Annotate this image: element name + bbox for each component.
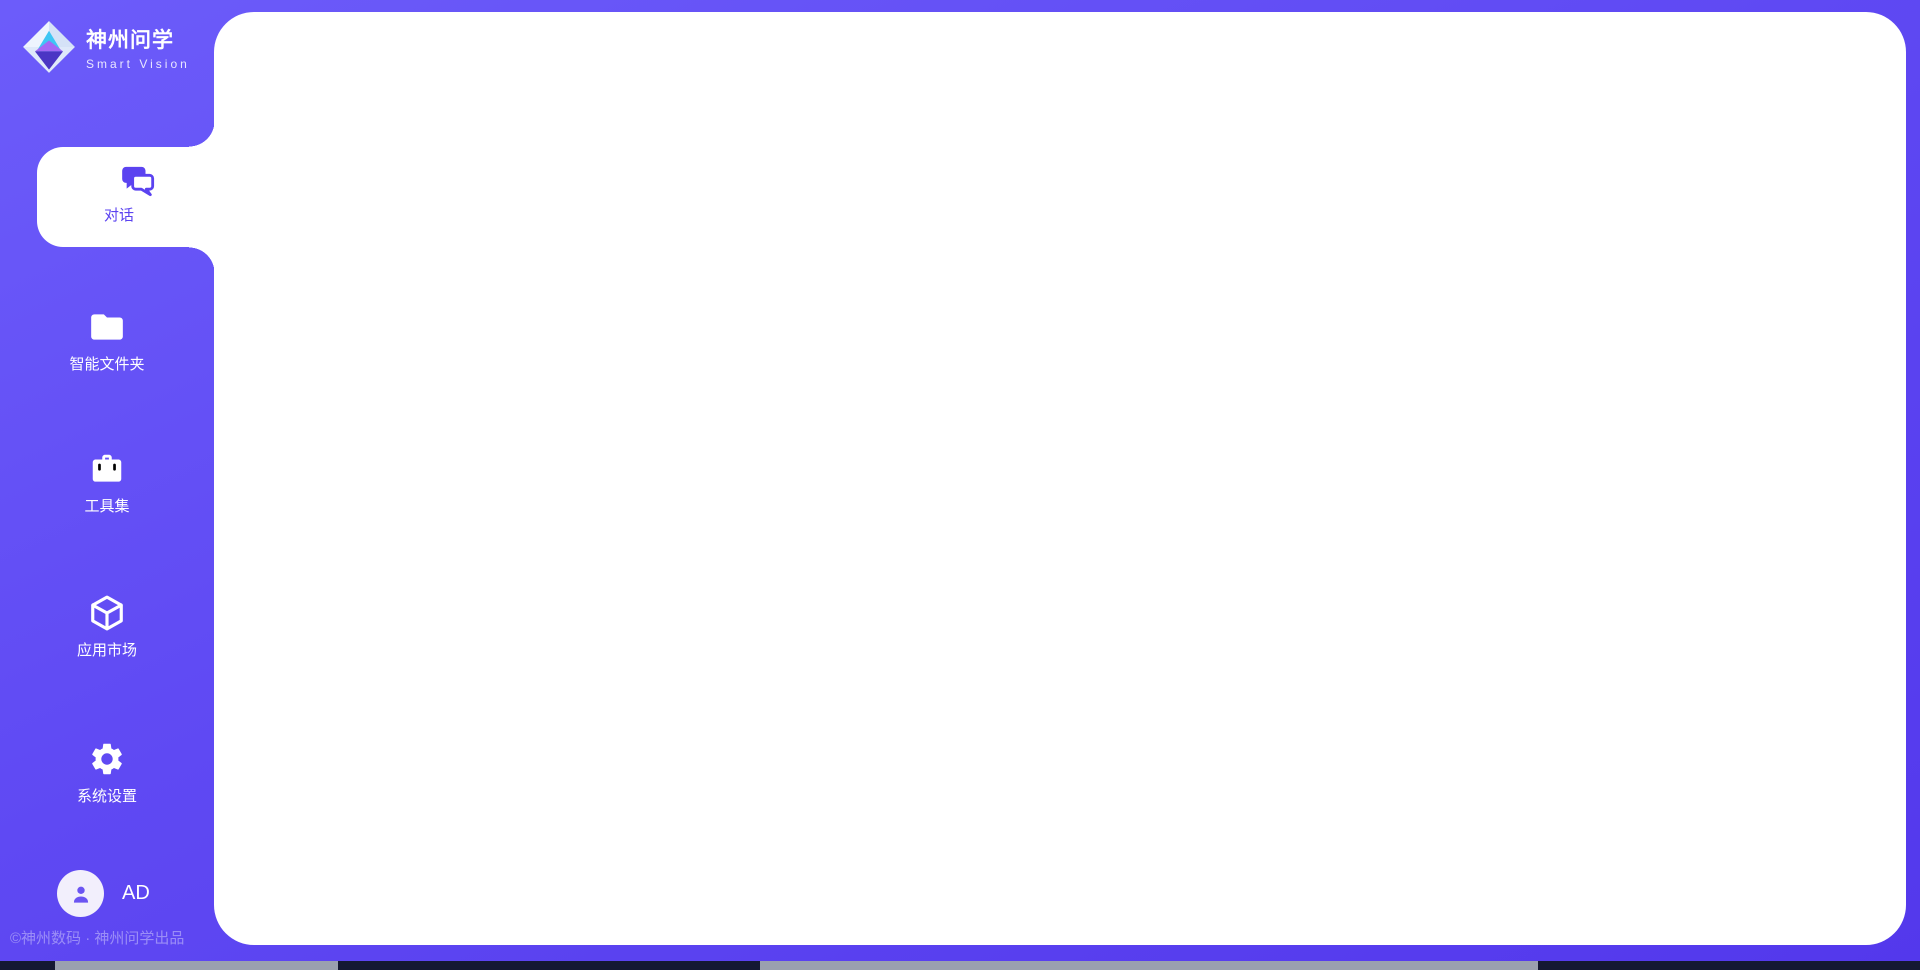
sidebar-item-chat[interactable]: 对话 [37,147,215,247]
chat-bubbles-icon [118,161,158,201]
sidebar-item-app-market[interactable]: 应用市场 [0,594,214,660]
cube-icon [88,594,126,632]
scrollbar-thumb[interactable] [55,961,338,970]
sidebar-item-label: 工具集 [0,495,214,516]
sidebar-item-label: 对话 [23,204,215,225]
user-name: AD [122,882,150,905]
sidebar-item-settings[interactable]: 系统设置 [0,740,214,806]
scrollbar-thumb[interactable] [760,961,1538,970]
sidebar: 神州问学 Smart Vision 对话 智能文件夹 工具集 应用市场 系统设置… [0,0,214,970]
sidebar-item-toolset[interactable]: 工具集 [0,450,214,516]
person-icon [68,881,94,907]
folder-icon [88,308,126,346]
sidebar-item-smart-folders[interactable]: 智能文件夹 [0,308,214,374]
sidebar-item-label: 系统设置 [0,785,214,806]
sidebar-item-label: 智能文件夹 [0,353,214,374]
main-panel [214,12,1906,945]
avatar [57,870,104,917]
sidebar-item-label: 应用市场 [0,639,214,660]
brand-subtitle: Smart Vision [86,57,190,71]
horizontal-scrollbar[interactable] [0,961,1920,970]
brand-logo-gem-icon [22,20,76,74]
sidebar-footer: ©神州数码 · 神州问学出品 [10,927,184,948]
user-chip[interactable]: AD [57,870,150,917]
toolbox-icon [88,450,126,488]
brand: 神州问学 Smart Vision [22,20,190,74]
brand-title: 神州问学 [86,24,190,54]
gear-icon [88,740,126,778]
